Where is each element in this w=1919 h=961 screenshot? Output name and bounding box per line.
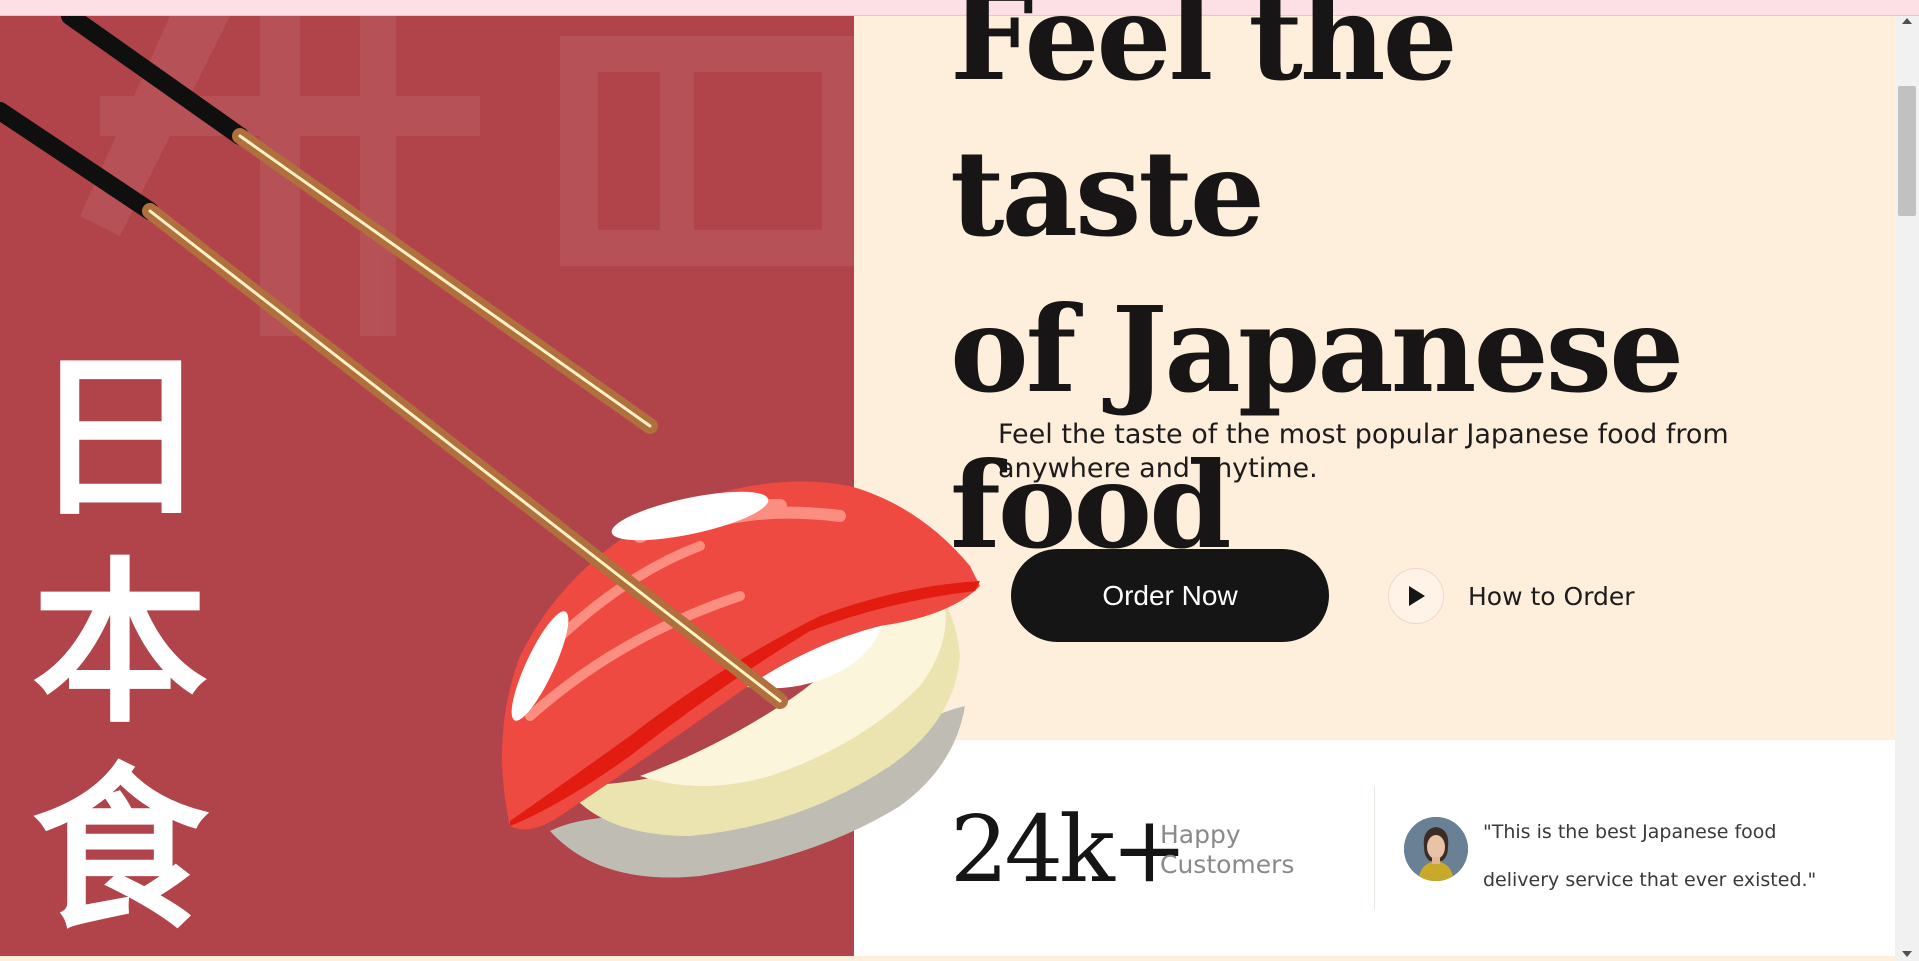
- scroll-down-arrow-icon[interactable]: [1902, 951, 1912, 957]
- customers-label: Happy Customers: [1160, 820, 1295, 879]
- testimonial-quote: "This is the best Japanese food delivery…: [1483, 821, 1817, 891]
- scrollbar-thumb[interactable]: [1898, 86, 1916, 216]
- headline-line: food: [950, 436, 1232, 575]
- page-scrollbar[interactable]: [1895, 16, 1919, 961]
- customer-avatar: [1404, 817, 1468, 881]
- kanji-character: 本: [31, 542, 208, 747]
- how-to-order-label: How to Order: [1468, 581, 1635, 611]
- hero-headline: Feel the taste of Japanese food: [950, 0, 1750, 584]
- kanji-character: 食: [31, 748, 208, 953]
- vertical-japanese-title: 日 本 食: [20, 336, 220, 954]
- section-bottom-strip: [0, 956, 1895, 961]
- stats-divider: [1374, 786, 1375, 910]
- headline-line: of Japanese: [950, 280, 1684, 419]
- kanji-character: 日: [31, 336, 208, 541]
- scroll-up-arrow-icon[interactable]: [1902, 18, 1912, 24]
- headline-line: Feel the taste: [950, 0, 1458, 263]
